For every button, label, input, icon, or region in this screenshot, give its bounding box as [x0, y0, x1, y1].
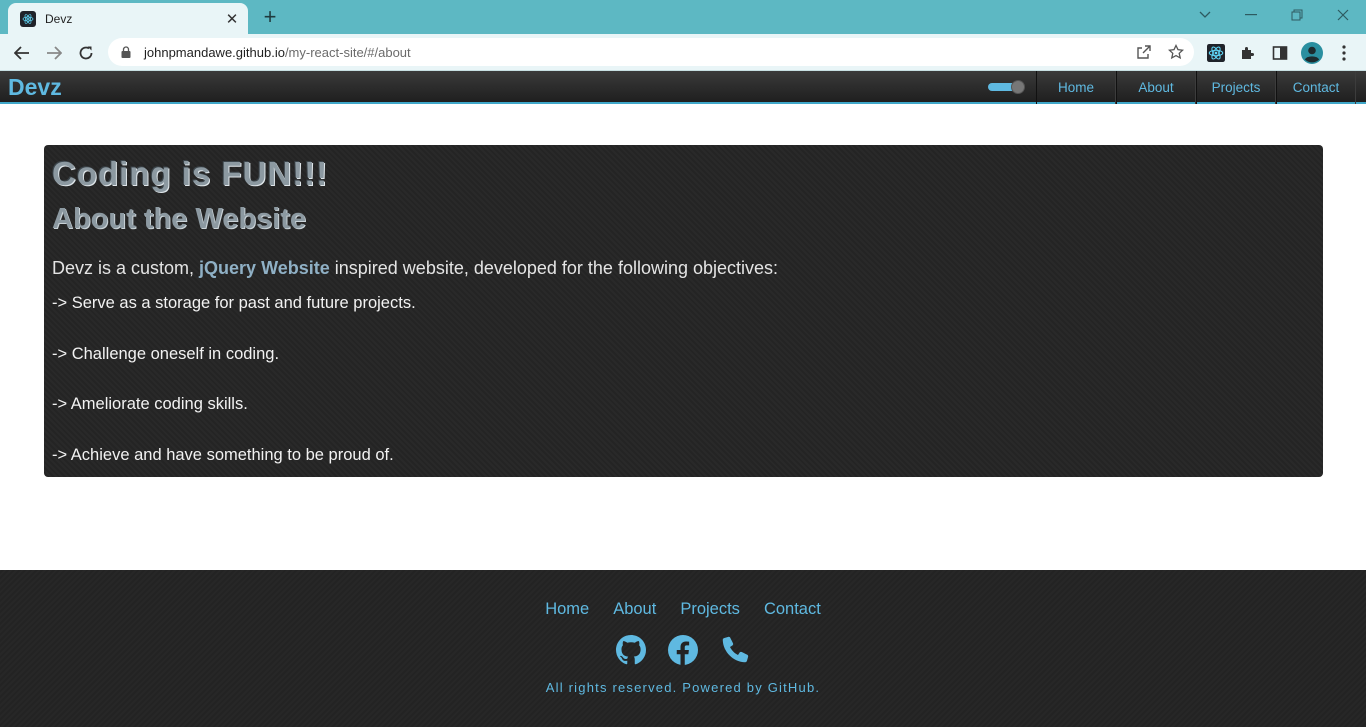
footer-links: Home About Projects Contact	[0, 600, 1366, 619]
objective-item: -> Serve as a storage for past and futur…	[52, 294, 416, 312]
page-subheading: About the Website	[52, 203, 307, 235]
reload-icon[interactable]	[73, 40, 99, 66]
page-heading: Coding is FUN!!!	[52, 155, 329, 192]
profile-avatar-icon[interactable]	[1301, 42, 1323, 64]
tab-close-button[interactable]: ✕	[222, 9, 242, 29]
close-window-icon[interactable]	[1320, 0, 1366, 30]
address-bar[interactable]: johnpmandawe.github.io/my-react-site/#/a…	[108, 38, 1194, 66]
forward-icon[interactable]	[41, 40, 67, 66]
browser-toolbar: johnpmandawe.github.io/my-react-site/#/a…	[0, 34, 1366, 71]
nav-links: Home About Projects Contact	[1036, 71, 1356, 104]
intro-before: Devz is a custom,	[52, 258, 200, 278]
objective-item: -> Ameliorate coding skills.	[52, 395, 248, 413]
footer-link-about[interactable]: About	[613, 600, 656, 619]
theme-toggle[interactable]	[988, 80, 1026, 94]
lock-icon[interactable]	[120, 45, 132, 59]
restore-icon[interactable]	[1274, 0, 1320, 30]
intro-text: Devz is a custom, jQuery Website inspire…	[52, 258, 778, 279]
url-path: /my-react-site/#/about	[284, 44, 411, 60]
url-text[interactable]: johnpmandawe.github.io/my-react-site/#/a…	[144, 45, 411, 60]
minimize-icon[interactable]	[1228, 0, 1274, 30]
brand-logo[interactable]: Devz	[8, 74, 62, 101]
site-navbar: Devz Home About Projects Contact	[0, 71, 1366, 104]
intro-after: inspired website, developed for the foll…	[329, 258, 779, 278]
bookmark-star-icon[interactable]	[1166, 42, 1186, 62]
toggle-knob	[1011, 80, 1025, 94]
facebook-icon[interactable]	[668, 635, 698, 665]
footer-link-contact[interactable]: Contact	[764, 600, 821, 619]
react-devtools-icon[interactable]	[1205, 42, 1227, 64]
footer-link-projects[interactable]: Projects	[680, 600, 740, 619]
nav-link-about[interactable]: About	[1116, 71, 1196, 104]
about-card: Coding is FUN!!! About the Website Devz …	[44, 145, 1323, 477]
tab-search-icon[interactable]	[1182, 0, 1228, 30]
objective-item: -> Achieve and have something to be prou…	[52, 446, 394, 464]
extensions-puzzle-icon[interactable]	[1237, 42, 1259, 64]
nav-link-home[interactable]: Home	[1036, 71, 1116, 104]
side-panel-icon[interactable]	[1269, 42, 1291, 64]
url-domain: johnpmandawe.github.io	[144, 44, 285, 60]
back-icon[interactable]	[9, 40, 35, 66]
tab-title: Devz	[45, 11, 73, 26]
github-icon[interactable]	[616, 635, 646, 665]
new-tab-button[interactable]: +	[258, 4, 282, 29]
footer-social-icons	[0, 635, 1366, 665]
share-icon[interactable]	[1134, 42, 1154, 62]
browser-tab-bar: Devz ✕ +	[0, 0, 1366, 34]
site-footer: Home About Projects Contact All rights r…	[0, 570, 1366, 727]
objective-item: -> Challenge oneself in coding.	[52, 345, 280, 363]
footer-link-home[interactable]: Home	[545, 600, 589, 619]
copyright-text: All rights reserved. Powered by GitHub.	[545, 680, 821, 695]
browser-tab[interactable]: Devz ✕	[8, 3, 248, 34]
nav-link-contact[interactable]: Contact	[1276, 71, 1356, 104]
react-favicon-icon	[20, 10, 36, 27]
phone-icon[interactable]	[720, 635, 750, 665]
menu-kebab-icon[interactable]	[1333, 42, 1355, 64]
jquery-website-link[interactable]: jQuery Website	[199, 258, 330, 278]
nav-link-projects[interactable]: Projects	[1196, 71, 1276, 104]
